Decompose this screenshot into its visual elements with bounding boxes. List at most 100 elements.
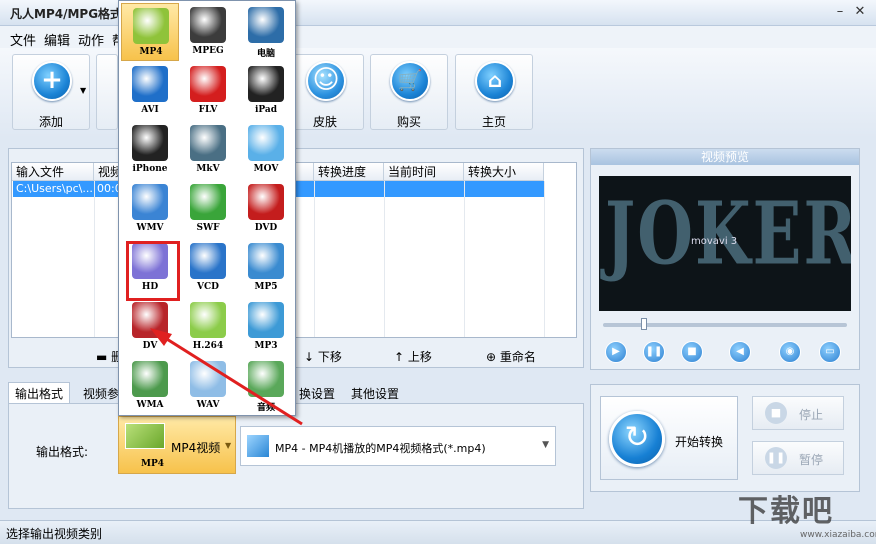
format-item-wav[interactable]: WAV bbox=[179, 357, 237, 415]
format-item-dv[interactable]: DV bbox=[121, 298, 179, 356]
format-item-label: H.264 bbox=[192, 341, 224, 351]
output-format-select[interactable]: MP4 - MP4机播放的MP4视频格式(*.mp4) ▼ bbox=[240, 426, 556, 466]
format-item-mp3[interactable]: MP3 bbox=[237, 298, 295, 356]
toolbar-button-hidden[interactable] bbox=[96, 54, 118, 130]
pause-icon[interactable]: ❚❚ bbox=[643, 341, 665, 363]
cube-icon bbox=[190, 302, 226, 338]
output-format-label: 输出格式: bbox=[36, 445, 89, 459]
flash-icon bbox=[190, 66, 226, 102]
vcd-disc-icon bbox=[190, 243, 226, 279]
cell-input: C:\Users\pc\... bbox=[16, 182, 93, 195]
down-arrow-icon: ↓ bbox=[304, 350, 318, 364]
format-item-mp4[interactable]: MP4 bbox=[121, 3, 179, 61]
format-item-iphone[interactable]: iPhone bbox=[121, 121, 179, 179]
buy-label: 购买 bbox=[396, 115, 421, 129]
format-menu: MP4 MPEG 电脑 AVI FLV iPad iPhone MkV MOV WMV SWF DVD… bbox=[118, 0, 296, 416]
poster-title: JOKER bbox=[605, 184, 851, 286]
home-icon: ⌂ bbox=[475, 61, 515, 101]
tab-output-format[interactable]: 输出格式 bbox=[8, 382, 71, 404]
close-button[interactable]: ✕ bbox=[852, 4, 868, 20]
grid-line bbox=[464, 181, 465, 337]
rename-icon: ⊕ bbox=[486, 350, 500, 364]
poster-small-text: movavi 3 bbox=[691, 236, 738, 247]
preview-title: 视频预览 bbox=[591, 149, 859, 165]
window-title: 凡人MP4/MPG格式转 bbox=[10, 7, 135, 21]
format-item-label: iPad bbox=[254, 105, 278, 115]
skin-button[interactable]: ☺ 皮肤 bbox=[286, 54, 364, 130]
dvd-icon bbox=[248, 184, 284, 220]
format-item-avi[interactable]: AVI bbox=[121, 62, 179, 120]
format-item-wmv[interactable]: WMV bbox=[121, 180, 179, 238]
format-item-label: MP3 bbox=[254, 341, 278, 351]
grid-line bbox=[544, 181, 545, 337]
format-item-label: MP4 bbox=[139, 47, 163, 57]
format-item-label: WAV bbox=[196, 400, 220, 410]
hd-highlight-box bbox=[126, 241, 180, 301]
output-format-button-sub: MP4 bbox=[141, 459, 164, 469]
column-header-input[interactable]: 输入文件 bbox=[12, 163, 94, 181]
pause-button[interactable]: ❚❚ 暂停 bbox=[752, 441, 844, 475]
settings-tabs: 输出格式 视频参 换设置 其他设置 bbox=[8, 382, 584, 404]
add-label: 添加 bbox=[38, 115, 63, 129]
snapshot-icon[interactable]: ◉ bbox=[779, 341, 801, 363]
format-item-mov[interactable]: MOV bbox=[237, 121, 295, 179]
audio-disc-icon bbox=[248, 361, 284, 397]
format-item-mpeg[interactable]: MPEG bbox=[179, 3, 237, 61]
output-format-select-value: MP4 - MP4机播放的MP4视频格式(*.mp4) bbox=[275, 442, 486, 455]
start-convert-button[interactable]: ↻ 开始转换 bbox=[600, 396, 738, 480]
minimize-button[interactable]: – bbox=[832, 4, 848, 20]
stop-button[interactable]: ■ 停止 bbox=[752, 396, 844, 430]
format-item-[interactable]: 音频 bbox=[237, 357, 295, 415]
format-item-mp5[interactable]: MP5 bbox=[237, 239, 295, 297]
format-item-ipad[interactable]: iPad bbox=[237, 62, 295, 120]
cube-icon bbox=[247, 435, 269, 457]
quicktime-icon bbox=[248, 125, 284, 161]
stop-icon[interactable]: ■ bbox=[681, 341, 703, 363]
format-item-mkv[interactable]: MkV bbox=[179, 121, 237, 179]
seek-slider-thumb[interactable] bbox=[641, 318, 647, 330]
add-dropdown-icon[interactable]: ▼ bbox=[80, 86, 86, 95]
format-item-[interactable]: 电脑 bbox=[237, 3, 295, 61]
grid-line bbox=[94, 181, 95, 337]
format-item-dvd[interactable]: DVD bbox=[237, 180, 295, 238]
column-header-time[interactable]: 当前时间 bbox=[384, 163, 464, 181]
home-button[interactable]: ⌂ 主页 bbox=[455, 54, 533, 130]
wmv-play-icon bbox=[132, 184, 168, 220]
pause-circle-icon: ❚❚ bbox=[765, 447, 787, 469]
rename-button[interactable]: ⊕ 重命名 bbox=[486, 348, 536, 365]
column-header-size[interactable]: 转换大小 bbox=[464, 163, 544, 181]
format-item-swf[interactable]: SWF bbox=[179, 180, 237, 238]
buy-button[interactable]: 🛒 购买 bbox=[370, 54, 448, 130]
move-up-button[interactable]: ↑ 上移 bbox=[394, 348, 432, 365]
column-header-progress[interactable]: 转换进度 bbox=[314, 163, 384, 181]
tab-other-settings[interactable]: 其他设置 bbox=[344, 382, 406, 404]
format-item-label: MPEG bbox=[192, 46, 224, 56]
rename-label: 重命名 bbox=[499, 350, 536, 364]
play-icon[interactable]: ▶ bbox=[605, 341, 627, 363]
tab-convert-settings[interactable]: 换设置 bbox=[292, 382, 342, 404]
watermark-url: www.xiazaiba.com bbox=[800, 530, 876, 540]
format-item-label: iPhone bbox=[132, 164, 168, 174]
format-item-h264[interactable]: H.264 bbox=[179, 298, 237, 356]
move-down-label: 下移 bbox=[317, 350, 342, 364]
wav-icon bbox=[190, 361, 226, 397]
menu-edit[interactable]: 编辑 bbox=[44, 30, 70, 49]
format-item-label: MP5 bbox=[254, 282, 278, 292]
menu-action[interactable]: 动作 bbox=[78, 30, 104, 49]
output-format-button[interactable]: MP4视频 MP4 ▼ bbox=[118, 416, 236, 474]
volume-icon[interactable]: ◀ bbox=[729, 341, 751, 363]
folder-icon[interactable]: ▭ bbox=[819, 341, 841, 363]
add-button[interactable]: + 添加 bbox=[12, 54, 90, 130]
format-item-label: WMA bbox=[136, 400, 164, 410]
format-item-vcd[interactable]: VCD bbox=[179, 239, 237, 297]
output-format-button-label: MP4视频 bbox=[171, 441, 221, 455]
format-item-label: WMV bbox=[136, 223, 164, 233]
move-down-button[interactable]: ↓ 下移 bbox=[304, 348, 342, 365]
format-item-wma[interactable]: WMA bbox=[121, 357, 179, 415]
iphone-icon bbox=[132, 125, 168, 161]
camcorder-icon bbox=[132, 302, 168, 338]
seek-slider[interactable] bbox=[603, 323, 847, 327]
format-item-flv[interactable]: FLV bbox=[179, 62, 237, 120]
refresh-arrow-icon: ↻ bbox=[609, 411, 665, 467]
menu-file[interactable]: 文件 bbox=[10, 30, 36, 49]
